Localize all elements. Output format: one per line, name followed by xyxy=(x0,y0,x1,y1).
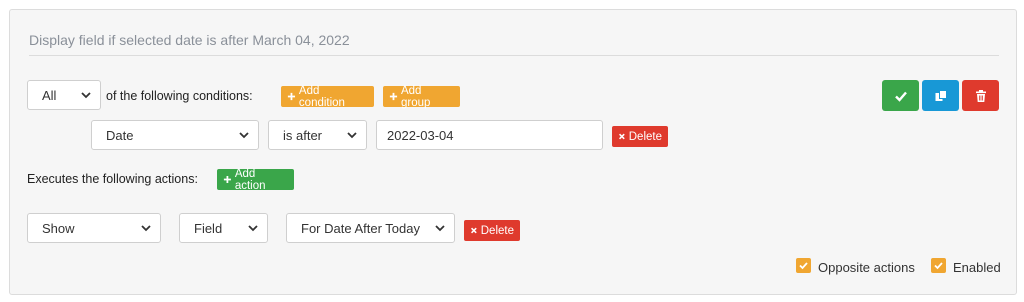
add-condition-label: Add condition xyxy=(298,84,345,109)
chevron-down-icon xyxy=(347,132,357,139)
condition-value-input[interactable]: 2022-03-04 xyxy=(376,120,603,150)
action-type-select[interactable]: Field xyxy=(179,213,268,243)
plus-icon xyxy=(389,92,398,101)
match-select-value: All xyxy=(42,87,57,103)
enabled-label: Enabled xyxy=(953,260,1001,275)
condition-field-value: Date xyxy=(106,127,134,143)
copy-button[interactable] xyxy=(922,80,959,111)
trash-icon xyxy=(975,89,986,102)
add-action-label: Add action xyxy=(234,167,266,192)
add-group-label: Add group xyxy=(400,84,431,109)
checkmark-icon xyxy=(934,262,943,270)
conditions-label: of the following conditions: xyxy=(106,89,253,103)
checkmark-icon xyxy=(799,262,808,270)
chevron-down-icon xyxy=(435,225,445,232)
actions-label: Executes the following actions: xyxy=(27,172,198,186)
opposite-actions-checkbox[interactable] xyxy=(796,258,811,273)
delete-condition-label: Delete xyxy=(628,130,662,143)
save-button[interactable] xyxy=(882,80,919,111)
action-target-value: For Date After Today xyxy=(301,220,420,236)
delete-rule-button[interactable] xyxy=(962,80,999,111)
rule-title: Display field if selected date is after … xyxy=(29,24,999,56)
chevron-down-icon xyxy=(248,225,258,232)
copy-icon xyxy=(935,89,947,101)
chevron-down-icon xyxy=(239,132,249,139)
add-group-button[interactable]: Add group xyxy=(383,84,460,109)
condition-operator-select[interactable]: is after xyxy=(268,120,367,150)
chevron-down-icon xyxy=(141,225,151,232)
close-icon xyxy=(471,227,477,234)
chevron-down-icon xyxy=(81,92,91,99)
delete-action-label: Delete xyxy=(480,224,514,237)
action-select[interactable]: Show xyxy=(27,213,161,243)
close-icon xyxy=(619,133,625,140)
action-type-value: Field xyxy=(194,220,223,236)
add-condition-button[interactable]: Add condition xyxy=(281,84,374,109)
opposite-actions-label: Opposite actions xyxy=(818,260,915,275)
plus-icon xyxy=(223,175,231,184)
check-icon xyxy=(894,91,907,102)
condition-field-select[interactable]: Date xyxy=(91,120,259,150)
condition-value-text: 2022-03-04 xyxy=(387,127,454,143)
plus-icon xyxy=(287,92,296,101)
enabled-checkbox[interactable] xyxy=(931,258,946,273)
condition-operator-value: is after xyxy=(283,127,323,143)
match-select[interactable]: All xyxy=(27,80,101,110)
add-action-button[interactable]: Add action xyxy=(217,167,294,192)
action-target-select[interactable]: For Date After Today xyxy=(286,213,455,243)
action-value: Show xyxy=(42,220,75,236)
delete-condition-button[interactable]: Delete xyxy=(612,126,668,147)
delete-action-button[interactable]: Delete xyxy=(464,220,520,241)
